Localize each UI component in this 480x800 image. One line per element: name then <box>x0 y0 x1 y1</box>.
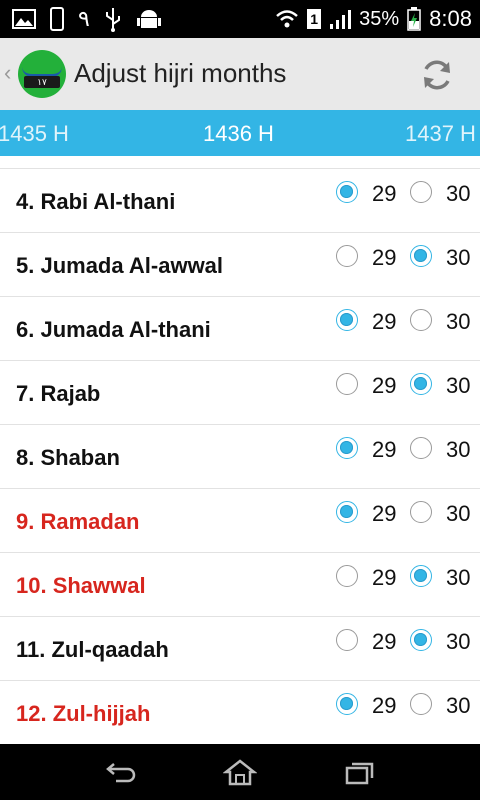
radio-29-label[interactable]: 29 <box>372 373 396 399</box>
radio-29-label[interactable]: 29 <box>372 565 396 591</box>
image-icon <box>12 9 36 29</box>
month-row: 5. Jumada Al-awwal 29 30 <box>0 233 480 297</box>
back-icon[interactable] <box>104 758 138 786</box>
radio-29-days[interactable] <box>336 629 358 651</box>
radio-30-days[interactable] <box>410 245 432 267</box>
radio-30-label[interactable]: 30 <box>446 309 470 335</box>
month-row: 9. Ramadan 29 30 <box>0 489 480 553</box>
month-label: 8. Shaban <box>16 445 120 470</box>
month-row: 12. Zul-hijjah 29 30 <box>0 681 480 744</box>
radio-29-days[interactable] <box>336 373 358 395</box>
month-row: 4. Rabi Al-thani 29 30 <box>0 169 480 233</box>
month-row: 7. Rajab 29 30 <box>0 361 480 425</box>
app-logo[interactable]: ١٧ <box>18 50 66 98</box>
radio-29-days[interactable] <box>336 693 358 715</box>
month-label: 12. Zul-hijjah <box>16 701 151 726</box>
radio-29-days[interactable] <box>336 501 358 523</box>
action-bar: ‹ ١٧ Adjust hijri months <box>0 38 480 110</box>
list-divider <box>0 156 480 169</box>
radio-30-days[interactable] <box>410 629 432 651</box>
month-row: 6. Jumada Al-thani 29 30 <box>0 297 480 361</box>
refresh-icon[interactable] <box>418 56 456 94</box>
radio-29-label[interactable]: 29 <box>372 309 396 335</box>
logo-calligraphy <box>22 60 62 77</box>
wifi-icon <box>276 10 298 28</box>
radio-30-label[interactable]: 30 <box>446 181 470 207</box>
tab-year-previous[interactable]: 1435 H <box>0 121 69 147</box>
radio-30-days[interactable] <box>410 181 432 203</box>
radio-30-days[interactable] <box>410 501 432 523</box>
navigation-bar <box>0 744 480 800</box>
arabic-numeral-icon: ٩ <box>78 6 90 31</box>
month-label: 9. Ramadan <box>16 509 140 534</box>
radio-29-days[interactable] <box>336 565 358 587</box>
radio-29-label[interactable]: 29 <box>372 181 396 207</box>
tab-year-current[interactable]: 1436 H <box>203 121 274 147</box>
system-status: 1 35% 8:08 <box>275 0 472 38</box>
month-list[interactable]: 4. Rabi Al-thani 29 30 5. Jumada Al-awwal 29… <box>0 156 480 744</box>
month-label: 10. Shawwal <box>16 573 146 598</box>
notification-icons: ٩ <box>12 6 162 32</box>
year-tab-strip[interactable]: 1435 H 1436 H 1437 H <box>0 110 480 156</box>
radio-30-days[interactable] <box>410 373 432 395</box>
logo-ribbon: ١٧ <box>24 76 60 88</box>
tab-year-next[interactable]: 1437 H <box>405 121 476 147</box>
phone-icon <box>50 7 64 31</box>
month-label: 6. Jumada Al-thani <box>16 317 211 342</box>
radio-30-label[interactable]: 30 <box>446 437 470 463</box>
status-bar: ٩ 1 35% 8:08 <box>0 0 480 38</box>
radio-30-label[interactable]: 30 <box>446 501 470 527</box>
month-label: 11. Zul-qaadah <box>16 637 169 662</box>
up-navigation-icon[interactable]: ‹ <box>4 60 11 86</box>
radio-30-days[interactable] <box>410 693 432 715</box>
month-label: 7. Rajab <box>16 381 101 406</box>
recent-apps-icon[interactable] <box>343 758 377 786</box>
month-label: 5. Jumada Al-awwal <box>16 253 224 278</box>
month-row: 8. Shaban 29 30 <box>0 425 480 489</box>
radio-29-label[interactable]: 29 <box>372 245 396 271</box>
month-row: 11. Zul-qaadah 29 30 <box>0 617 480 681</box>
radio-30-days[interactable] <box>410 309 432 331</box>
usb-icon <box>105 8 120 32</box>
radio-29-label[interactable]: 29 <box>372 501 396 527</box>
radio-30-label[interactable]: 30 <box>446 693 470 719</box>
clock: 8:08 <box>429 6 472 31</box>
radio-30-days[interactable] <box>410 565 432 587</box>
radio-30-label[interactable]: 30 <box>446 245 470 271</box>
home-icon[interactable] <box>223 758 257 786</box>
month-label: 4. Rabi Al-thani <box>16 189 176 214</box>
radio-30-label[interactable]: 30 <box>446 373 470 399</box>
radio-29-label[interactable]: 29 <box>372 437 396 463</box>
radio-29-label[interactable]: 29 <box>372 693 396 719</box>
radio-29-days[interactable] <box>336 309 358 331</box>
radio-29-label[interactable]: 29 <box>372 629 396 655</box>
battery-percent: 35% <box>359 7 400 30</box>
battery-charging-icon <box>407 7 421 31</box>
radio-29-days[interactable] <box>336 181 358 203</box>
sim-icon: 1 <box>307 9 322 29</box>
page-title: Adjust hijri months <box>74 58 287 88</box>
radio-29-days[interactable] <box>336 437 358 459</box>
radio-30-label[interactable]: 30 <box>446 565 470 591</box>
signal-icon <box>330 10 352 29</box>
month-row: 10. Shawwal 29 30 <box>0 553 480 617</box>
radio-30-days[interactable] <box>410 437 432 459</box>
radio-30-label[interactable]: 30 <box>446 629 470 655</box>
android-icon <box>136 10 161 28</box>
radio-29-days[interactable] <box>336 245 358 267</box>
